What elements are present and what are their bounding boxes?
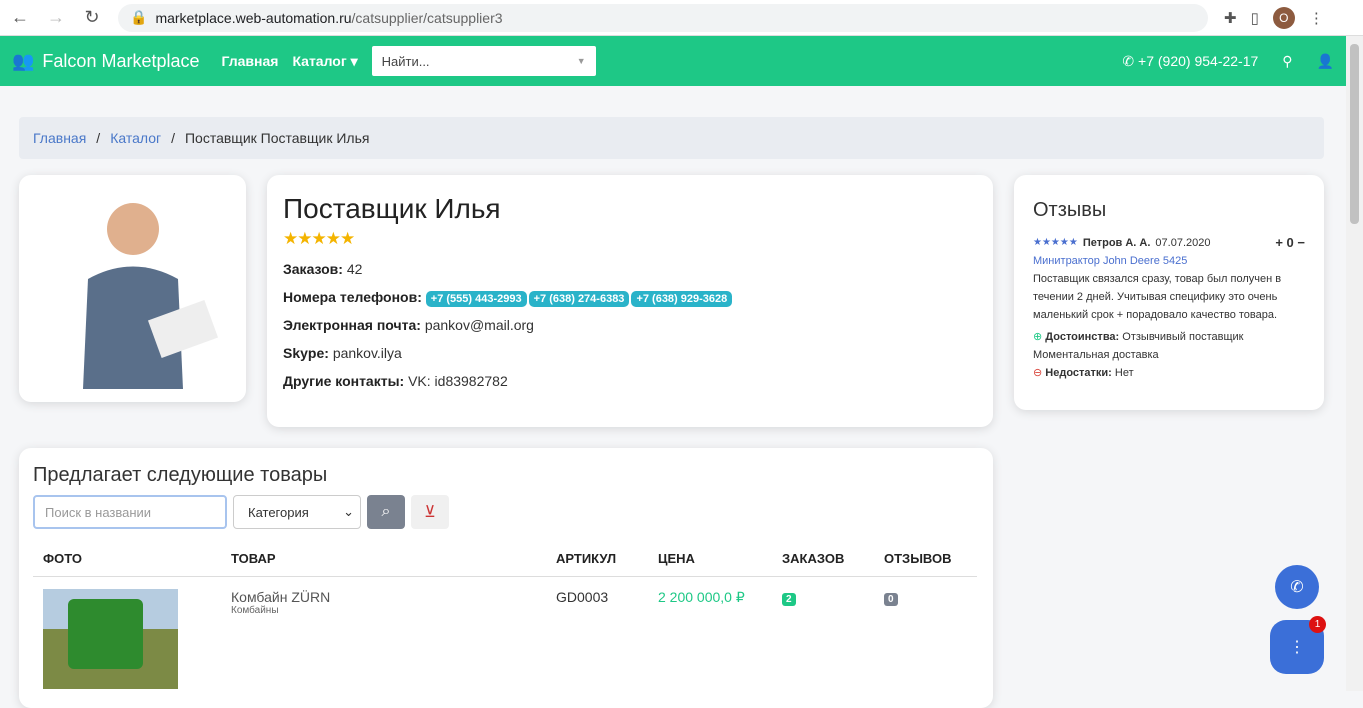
products-card: Предлагает следующие товары Поиск в назв… [19,448,993,708]
cons-value: Нет [1114,367,1134,379]
email-value: pankov@mail.org [424,317,534,333]
search-placeholder: Найти... [381,53,430,69]
review-stars: ★★★★★ [1033,237,1078,248]
product-image[interactable] [43,589,178,689]
col-sku: АРТИКУЛ [546,541,648,577]
email-label: Электронная почта: [283,317,421,333]
review-item: ★★★★★ Петров А. А. 07.07.2020 + 0 − Минитра… [1033,234,1305,382]
chevron-down-icon: ⌄ [343,504,354,519]
col-photo: ФОТО [33,541,221,577]
breadcrumb-home[interactable]: Главная [33,130,86,146]
phone-badge[interactable]: +7 (555) 443-2993 [425,291,527,307]
cons-label: Недостатки: [1045,367,1112,379]
other-contacts-value: VK: id83982782 [408,373,508,389]
chat-icon: ⋮ [1289,639,1305,656]
supplier-info: Поставщик Илья ★★★★★ Заказов: 42 Номера … [267,175,993,427]
product-category: Комбайны [231,605,279,616]
call-button[interactable]: ✆ [1275,565,1319,609]
clear-filter-button[interactable]: ⊻ [411,495,449,529]
col-price: ЦЕНА [648,541,772,577]
phone-text: +7 (920) 954-22-17 [1138,52,1259,69]
orders-label: Заказов: [283,261,343,277]
category-value: Категория [248,504,309,520]
skype-value: pankov.ilya [332,345,402,361]
supplier-image [82,202,218,389]
chat-badge: 1 [1309,616,1326,633]
catalog-label: Каталог [292,52,347,69]
table-row[interactable]: Комбайн ZÜRN Комбайны GD0003 2 200 000,0 … [33,577,977,702]
reload-icon[interactable]: ↻ [82,7,102,28]
user-icon[interactable]: 👤 [1317,53,1334,70]
brand-link[interactable]: 👥 Falcon Marketplace [12,51,200,72]
search-icon: ⌕ [381,503,391,520]
reviews-title: Отзывы [1033,199,1107,221]
col-orders: ЗАКАЗОВ [772,541,874,577]
breadcrumb-current: Поставщик Поставщик Илья [184,130,370,146]
supplier-name: Поставщик Илья [283,193,501,224]
category-select[interactable]: Категория ⌄ [233,495,361,529]
url-path: /catsupplier/catsupplier3 [351,9,503,26]
review-date: 07.07.2020 [1155,237,1211,249]
review-votes: 0 [1286,235,1294,250]
products-table: ФОТО ТОВАР АРТИКУЛ ЦЕНА ЗАКАЗОВ ОТЗЫВОВ … [33,541,977,701]
navbar: 👥 Falcon Marketplace Главная Каталог ▾ На… [0,36,1346,86]
product-sku: GD0003 [556,589,609,605]
forward-icon[interactable]: → [46,7,66,28]
product-search-placeholder: Поиск в названии [45,504,152,520]
orders-value: 42 [346,261,363,277]
review-author: Петров А. А. [1082,237,1151,249]
browser-toolbar: ← → ↻ 🔒 marketplace.web-automation.ru/cat… [0,0,1363,36]
minus-circle-icon: ⊖ [1033,367,1043,379]
rating-stars: ★★★★★ [283,229,355,248]
phone-icon: ✆ [1290,579,1304,596]
whatsapp-phone[interactable]: ✆ +7 (920) 954-22-17 [1122,53,1258,70]
col-product: ТОВАР [221,541,546,577]
lock-icon: 🔒 [130,9,148,25]
scrollbar[interactable] [1346,36,1363,691]
nav-catalog[interactable]: Каталог ▾ [292,53,357,70]
plus-circle-icon: ⊕ [1033,331,1043,343]
url-host: marketplace.web-automation.ru [155,9,352,26]
search-button[interactable]: ⌕ [367,495,405,529]
breadcrumb-catalog[interactable]: Каталог [110,130,161,146]
orders-badge: 2 [782,593,796,606]
brand-name: Falcon Marketplace [42,50,200,71]
reviews-card: Отзывы ★★★★★ Петров А. А. 07.07.2020 + 0 − … [1014,175,1324,410]
site-search[interactable]: Найти... ▼ [371,46,596,76]
product-search-input[interactable]: Поиск в названии [33,495,227,529]
phone-badge[interactable]: +7 (638) 274-6383 [528,291,630,307]
col-reviews: ОТЗЫВОВ [874,541,977,577]
address-bar[interactable]: 🔒 marketplace.web-automation.ru/catsuppli… [118,3,1208,32]
product-name[interactable]: Комбайн ZÜRN [231,589,536,605]
sidebar-icon[interactable]: ▯ [1251,9,1259,27]
review-product-link[interactable]: Минитрактор John Deere 5425 [1033,252,1305,270]
pros-label: Достоинства: [1045,331,1120,343]
breadcrumb: Главная / Каталог / Поставщик Поставщик Ил… [19,117,1324,159]
vote-down-icon[interactable]: − [1297,235,1305,250]
vote-up-icon[interactable]: + [1275,235,1283,250]
supplier-photo [19,175,246,402]
profile-avatar[interactable]: O [1272,6,1295,29]
chat-button[interactable]: ⋮ 1 [1270,616,1326,674]
phones-label: Номера телефонов: [283,289,422,305]
nav-home[interactable]: Главная [222,53,279,69]
users-icon: 👥 [12,50,35,71]
other-contacts-label: Другие контакты: [283,373,405,389]
filter-clear-icon: ⊻ [424,504,436,521]
product-price: 2 200 000,0 ₽ [658,589,745,605]
menu-icon[interactable]: ⋮ [1309,9,1324,27]
reviews-badge: 0 [884,593,898,606]
products-title: Предлагает следующие товары [33,464,328,486]
skype-label: Skype: [283,345,329,361]
location-icon[interactable]: ⚲ [1282,53,1292,70]
phone-badge[interactable]: +7 (638) 929-3628 [631,291,733,307]
chevron-down-icon: ▼ [576,56,586,66]
back-icon[interactable]: ← [10,7,30,28]
extensions-icon[interactable]: ✚ [1224,9,1237,27]
review-text: Поставщик связался сразу, товар был полу… [1033,273,1282,321]
